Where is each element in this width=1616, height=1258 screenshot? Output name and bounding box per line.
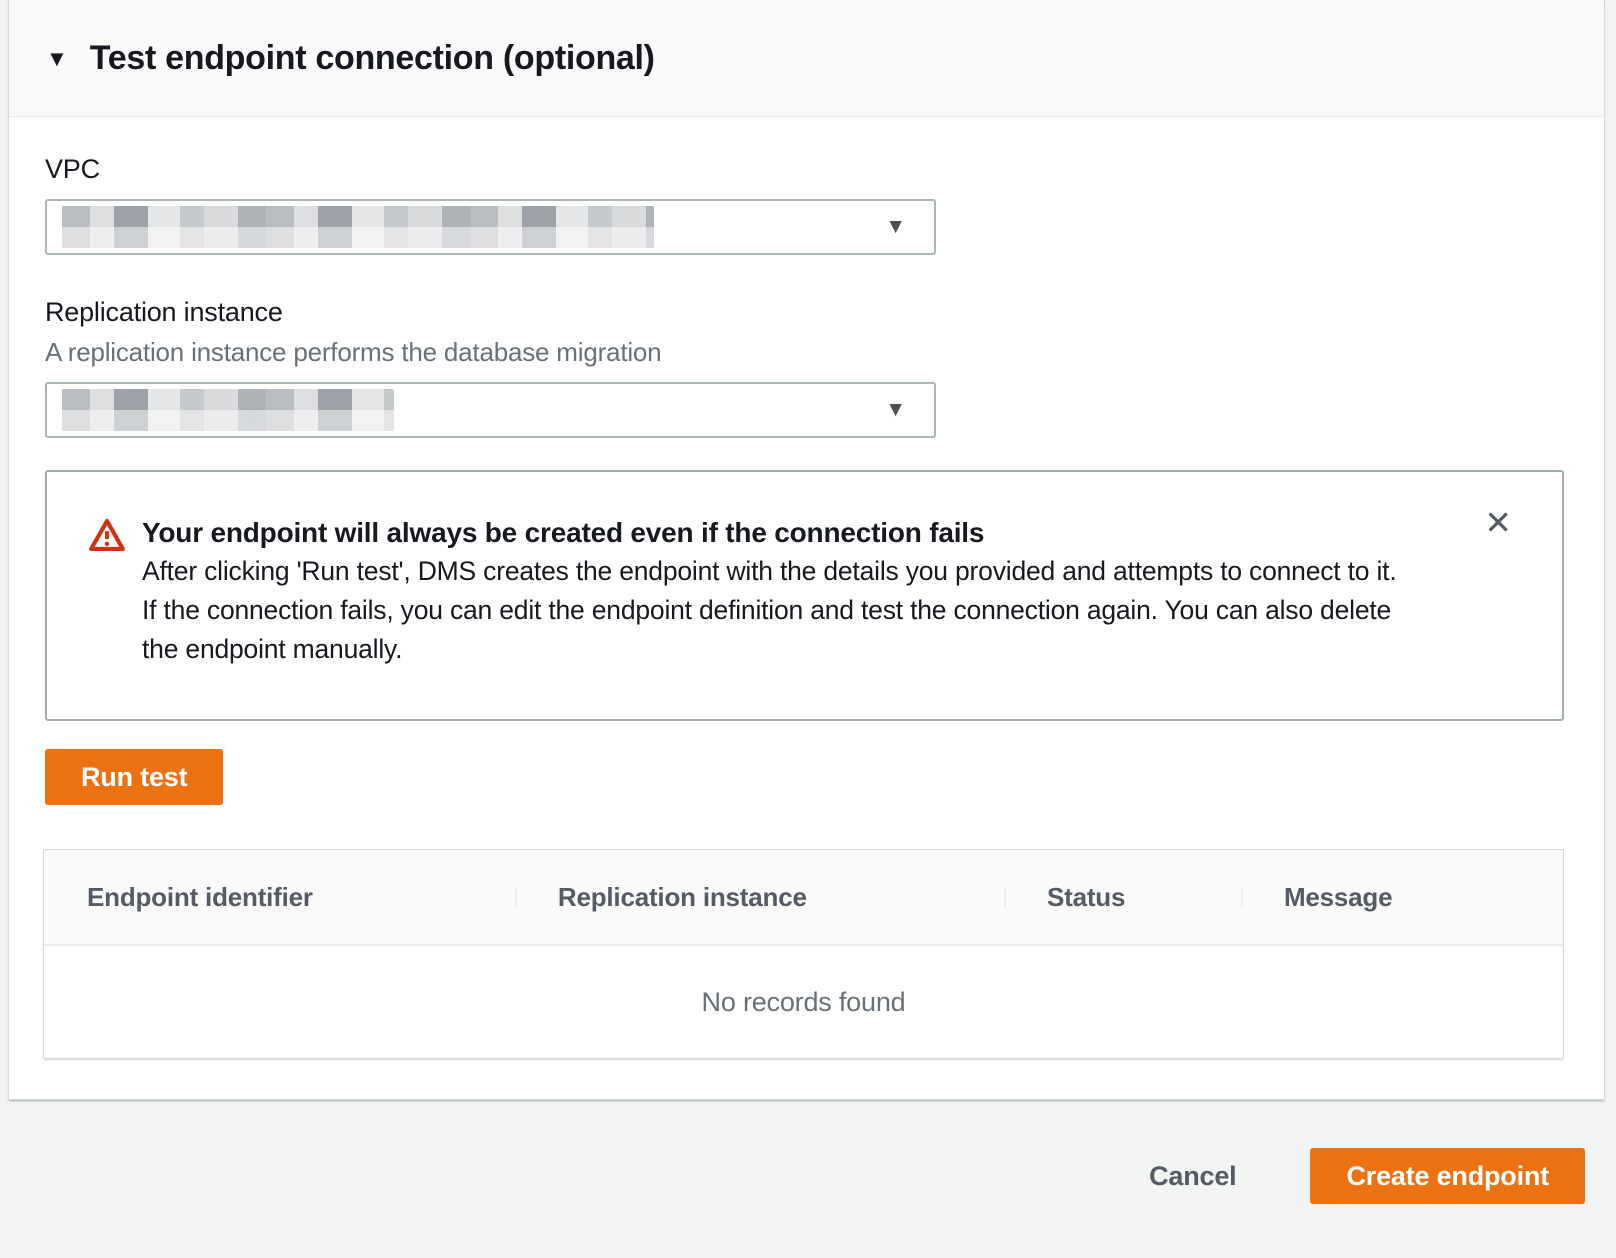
collapse-triangle-icon[interactable]: ▼	[46, 48, 68, 70]
run-test-button[interactable]: Run test	[45, 749, 223, 805]
table-empty-state: No records found	[44, 946, 1563, 1058]
replication-instance-redacted-value	[62, 389, 394, 431]
replication-instance-label: Replication instance	[45, 295, 1564, 329]
create-endpoint-button[interactable]: Create endpoint	[1310, 1148, 1585, 1204]
replication-instance-select[interactable]: ▼	[45, 382, 936, 438]
warning-title: Your endpoint will always be created eve…	[142, 514, 1412, 552]
replication-instance-description: A replication instance performs the data…	[45, 335, 1564, 369]
close-icon[interactable]: ✕	[1480, 502, 1516, 543]
footer-actions: Cancel Create endpoint	[1149, 1148, 1585, 1204]
panel-body: VPC ▼ Replication instance A replication…	[9, 152, 1604, 1059]
test-results-table: Endpoint identifier Replication instance…	[43, 849, 1564, 1059]
column-header-status: Status	[1004, 882, 1241, 913]
warning-triangle-icon	[88, 516, 126, 559]
warning-text: Your endpoint will always be created eve…	[142, 514, 1412, 669]
replication-instance-field: Replication instance A replication insta…	[45, 295, 1564, 438]
column-header-replication-instance: Replication instance	[515, 882, 1004, 913]
warning-alert: Your endpoint will always be created eve…	[45, 470, 1564, 721]
caret-down-icon: ▼	[885, 216, 906, 237]
cancel-button[interactable]: Cancel	[1149, 1161, 1236, 1192]
caret-down-icon: ▼	[885, 399, 906, 420]
vpc-select[interactable]: ▼	[45, 199, 936, 255]
vpc-redacted-value	[62, 206, 654, 248]
table-header-row: Endpoint identifier Replication instance…	[44, 850, 1563, 946]
panel-title: Test endpoint connection (optional)	[90, 39, 655, 78]
test-endpoint-panel: ▼ Test endpoint connection (optional) VP…	[8, 0, 1605, 1100]
vpc-label: VPC	[45, 152, 1564, 186]
column-header-endpoint-identifier: Endpoint identifier	[44, 882, 515, 913]
column-header-message: Message	[1241, 882, 1563, 913]
panel-header[interactable]: ▼ Test endpoint connection (optional)	[9, 0, 1604, 117]
warning-body: After clicking 'Run test', DMS creates t…	[142, 552, 1412, 669]
vpc-field: VPC ▼	[45, 152, 1564, 255]
